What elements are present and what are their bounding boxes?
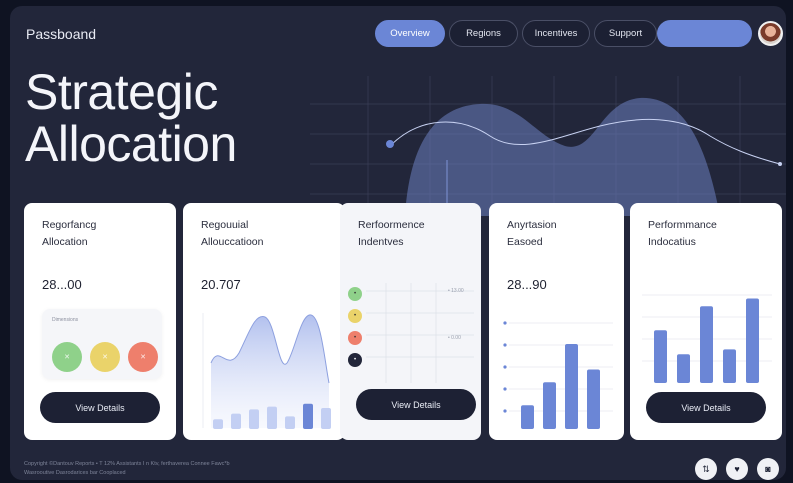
panel-label: Dimensions (52, 317, 79, 323)
legend-dot-yellow: • (348, 309, 362, 323)
chart-bar (565, 344, 578, 429)
card-value: 28...90 (507, 277, 547, 292)
bar-chart (503, 321, 613, 429)
link-icon[interactable]: ⇅ (695, 458, 717, 480)
chart-bar (723, 349, 736, 383)
title-line-2: Allocation (25, 116, 237, 172)
chart-bar (249, 409, 259, 429)
top-nav: Overview Regions Incentives Support (375, 20, 657, 47)
footer-line-2: Wasrooutive Dasrodarices bar Cooplaced (24, 470, 126, 476)
instagram-icon[interactable]: ◙ (757, 458, 779, 480)
chart-bar (543, 382, 556, 429)
card-performance-incentives: Rerfoormence Indentves • • • • • 13.00 •… (340, 203, 481, 440)
view-details-button[interactable]: View Details (646, 392, 766, 423)
nav-tab-incentives[interactable]: Incentives (522, 20, 590, 47)
chart-bar (521, 405, 534, 429)
card-regional-allocation: Regorfancg Allocation 28...00 Dimensions… (24, 203, 176, 440)
legend-dot-dark: • (348, 353, 362, 367)
card-title: Anyrtasion Easoed (507, 219, 557, 248)
line-grid (366, 283, 474, 383)
avatar[interactable] (758, 21, 783, 46)
card-title: Rerfoormence Indentves (358, 219, 425, 248)
status-panel: Dimensions ✕ ✕ ✕ (42, 309, 162, 379)
chart-bar (321, 408, 331, 429)
card-regional-allocation-2: Regouuial Allouccatioon 20.707 (183, 203, 345, 440)
page-title: Strategic Allocation (25, 66, 237, 170)
nav-tab-overview[interactable]: Overview (375, 20, 445, 47)
twitter-icon[interactable]: ♥ (726, 458, 748, 480)
brand-name: Passboand (26, 26, 97, 42)
chart-bar (587, 369, 600, 429)
nav-tab-support[interactable]: Support (594, 20, 657, 47)
card-performance-indicators: Performmance Indocatius View Details (630, 203, 782, 440)
cta-button[interactable] (657, 20, 752, 47)
chart-bar (303, 403, 313, 429)
card-title: Regorfancg Allocation (42, 219, 97, 248)
status-dot-green[interactable]: ✕ (52, 342, 82, 372)
title-line-1: Strategic (25, 64, 218, 120)
card-value: 28...00 (42, 277, 82, 292)
status-dot-yellow[interactable]: ✕ (90, 342, 120, 372)
bar-chart (642, 294, 772, 383)
status-dot-red[interactable]: ✕ (128, 342, 158, 372)
tick-label: • 0.00 (448, 335, 461, 341)
view-details-button[interactable]: View Details (356, 389, 476, 420)
chart-bar (285, 416, 295, 429)
chart-bar (700, 306, 713, 383)
chart-bar (746, 298, 759, 383)
nav-tab-regions[interactable]: Regions (449, 20, 518, 47)
card-value: 20.707 (201, 277, 241, 292)
chart-bar (654, 330, 667, 383)
view-details-button[interactable]: View Details (40, 392, 160, 423)
chart-bar (267, 406, 277, 429)
dashboard-frame: Passboand Overview Regions Incentives Su… (10, 6, 786, 480)
tick-label: • 13.00 (448, 288, 464, 294)
footer-line-1: Copyright ©Dantouv Reports • T 12% Assis… (24, 461, 230, 467)
hero-graphic (310, 76, 786, 216)
card-title: Regouuial Allouccatioon (201, 219, 264, 248)
card-title: Performmance Indocatius (648, 219, 717, 248)
chart-bar (677, 354, 690, 383)
chart-bar (231, 413, 241, 429)
chart-bar (213, 419, 223, 429)
area-chart (202, 313, 331, 429)
legend-dot-green: • (348, 287, 362, 301)
card-anticipation-based: Anyrtasion Easoed 28...90 (489, 203, 624, 440)
footer-text: Copyright ©Dantouv Reports • T 12% Assis… (24, 460, 324, 478)
legend-dot-red: • (348, 331, 362, 345)
